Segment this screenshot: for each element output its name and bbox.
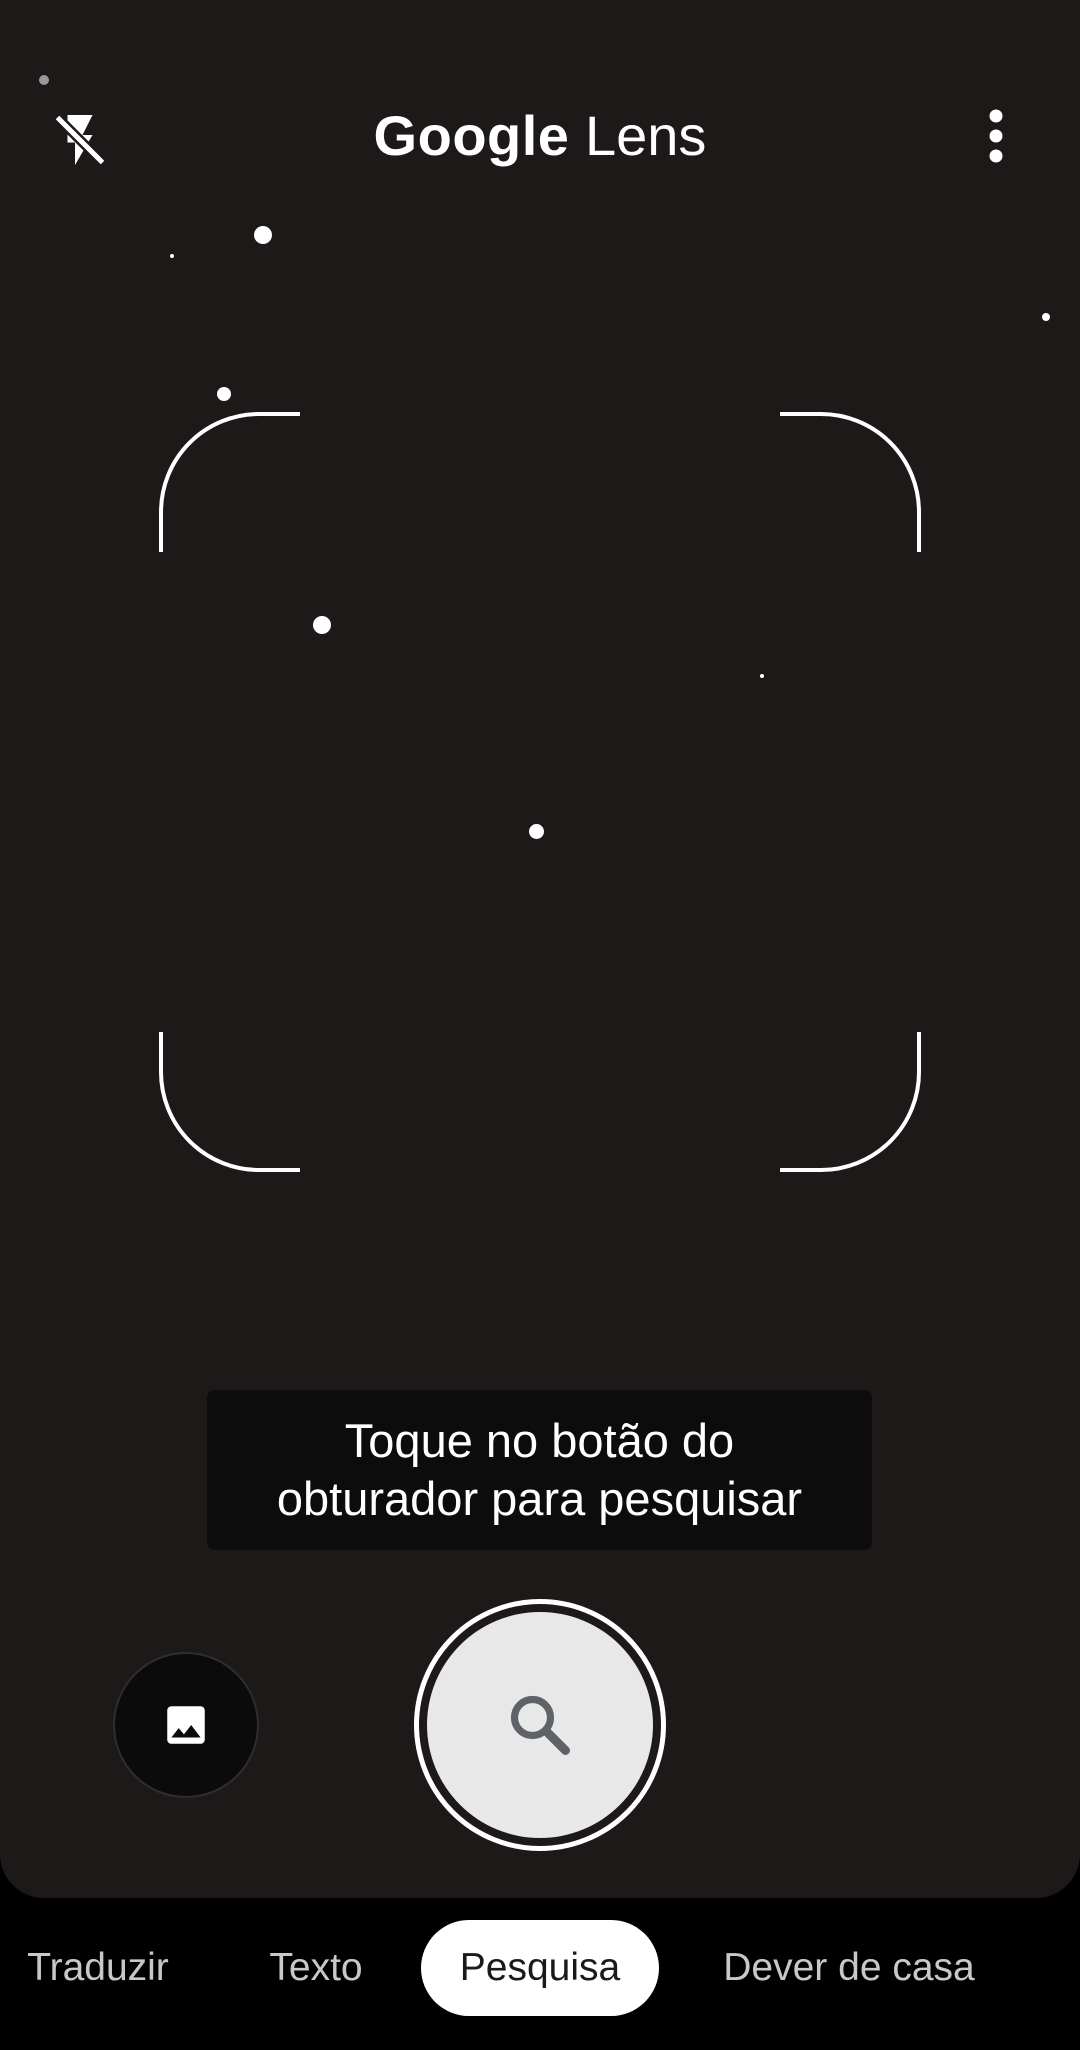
app-title-product: Lens [585,104,707,167]
flash-off-icon [53,113,107,167]
app-title: Google Lens [0,98,1080,174]
shutter-search-button[interactable] [414,1599,666,1851]
search-icon [510,1695,570,1755]
top-bar: Google Lens [0,0,1080,270]
tab-search-label: Pesquisa [459,1946,621,1989]
gallery-button[interactable] [115,1654,257,1796]
camera-viewfinder[interactable]: Google Lens Toque no botão do obturador … [0,0,1080,1898]
tab-homework-label: Dever de casa [723,1946,975,1989]
shutter-hint-text: Toque no botão do obturador para pesquis… [220,1412,860,1528]
tab-translate-label: Traduzir [27,1946,169,1989]
focus-frame-corner-top-left [159,412,300,552]
more-vert-icon [989,109,1003,163]
image-icon [167,1706,205,1744]
tab-translate[interactable]: Traduzir [18,1920,178,2016]
more-options-button[interactable] [960,100,1032,172]
tab-text-label: Texto [269,1946,363,1989]
flash-toggle-button[interactable] [40,100,120,180]
focus-frame-corner-bottom-right [780,1032,921,1172]
shutter-hint-toast: Toque no botão do obturador para pesquis… [207,1390,872,1550]
tab-homework[interactable]: Dever de casa [706,1920,992,2016]
shutter-hint-line-2: obturador para pesquisar [276,1472,803,1525]
shutter-hint-line-1: Toque no botão do [344,1414,735,1467]
google-lens-screen: Google Lens Toque no botão do obturador … [0,0,1080,2050]
focus-frame-corner-bottom-left [159,1032,300,1172]
tab-search[interactable]: Pesquisa [421,1920,659,2016]
mode-tab-bar: Traduzir Texto Pesquisa Dever de casa [0,1898,1080,2050]
shutter-inner-circle [427,1612,653,1838]
app-title-brand: Google [373,104,570,167]
focus-frame-corner-top-right [780,412,921,552]
tab-text[interactable]: Texto [256,1920,376,2016]
